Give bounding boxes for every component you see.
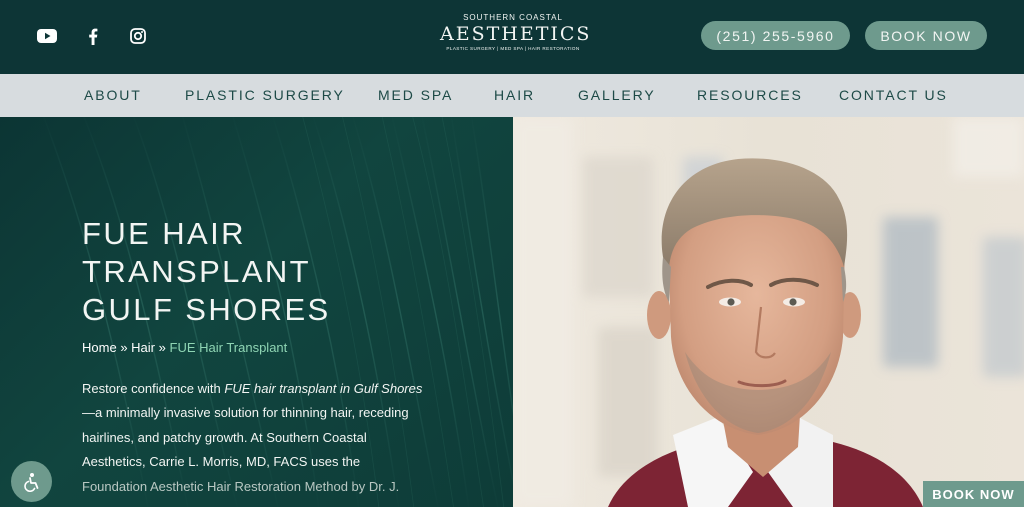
nav-item-contact-us[interactable]: CONTACT US — [839, 74, 948, 117]
breadcrumb-separator: » — [158, 340, 166, 355]
title-line: TRANSPLANT — [82, 254, 311, 289]
nav-item-med-spa[interactable]: MED SPA — [378, 74, 453, 117]
logo-services: PLASTIC SURGERY | MED SPA | HAIR RESTORA… — [446, 46, 580, 51]
nav-item-about[interactable]: ABOUT — [84, 74, 142, 117]
youtube-icon[interactable] — [35, 24, 59, 48]
breadcrumb-home[interactable]: Home — [82, 340, 117, 355]
breadcrumb: Home » Hair » FUE Hair Transplant — [82, 340, 287, 355]
book-now-button[interactable]: BOOK NOW — [865, 21, 987, 50]
hero-description: Restore confidence with FUE hair transpl… — [82, 377, 427, 499]
nav-item-resources[interactable]: RESOURCES — [697, 74, 803, 117]
phone-button[interactable]: (251) 255-5960 — [701, 21, 850, 50]
title-line: FUE HAIR — [82, 216, 246, 251]
title-line: GULF SHORES — [82, 292, 331, 327]
man-portrait-image — [513, 117, 1024, 507]
site-header: SOUTHERN COASTAL AESTHETICS PLASTIC SURG… — [0, 0, 1024, 74]
site-logo[interactable]: SOUTHERN COASTAL AESTHETICS PLASTIC SURG… — [440, 13, 592, 53]
nav-item-plastic-surgery[interactable]: PLASTIC SURGERY — [185, 74, 345, 117]
page-title: FUE HAIR TRANSPLANT GULF SHORES — [82, 215, 462, 329]
facebook-icon[interactable] — [81, 24, 105, 48]
main-nav: ABOUT PLASTIC SURGERY MED SPA HAIR GALLE… — [0, 74, 1024, 117]
hero-faded-text: Foundation Aesthetic Hair Restoration Me… — [82, 478, 400, 494]
breadcrumb-hair[interactable]: Hair — [131, 340, 155, 355]
floating-book-now-button[interactable]: BOOK NOW — [923, 481, 1024, 507]
logo-tagline-top: SOUTHERN COASTAL — [463, 13, 563, 22]
hero-emphasis-text: FUE hair transplant in Gulf Shores — [224, 381, 423, 396]
hero-photo — [513, 117, 1024, 507]
breadcrumb-separator: » — [120, 340, 128, 355]
hero-text-panel: FUE HAIR TRANSPLANT GULF SHORES Home » H… — [0, 117, 513, 507]
accessibility-icon[interactable] — [11, 461, 52, 502]
nav-item-hair[interactable]: HAIR — [494, 74, 535, 117]
hero-body-text: —a minimally invasive solution for thinn… — [82, 405, 409, 470]
nav-item-gallery[interactable]: GALLERY — [578, 74, 656, 117]
hero-intro-text: Restore confidence with — [82, 381, 221, 396]
breadcrumb-current: FUE Hair Transplant — [169, 340, 288, 355]
logo-wordmark: AESTHETICS — [440, 23, 592, 45]
instagram-icon[interactable] — [126, 24, 150, 48]
